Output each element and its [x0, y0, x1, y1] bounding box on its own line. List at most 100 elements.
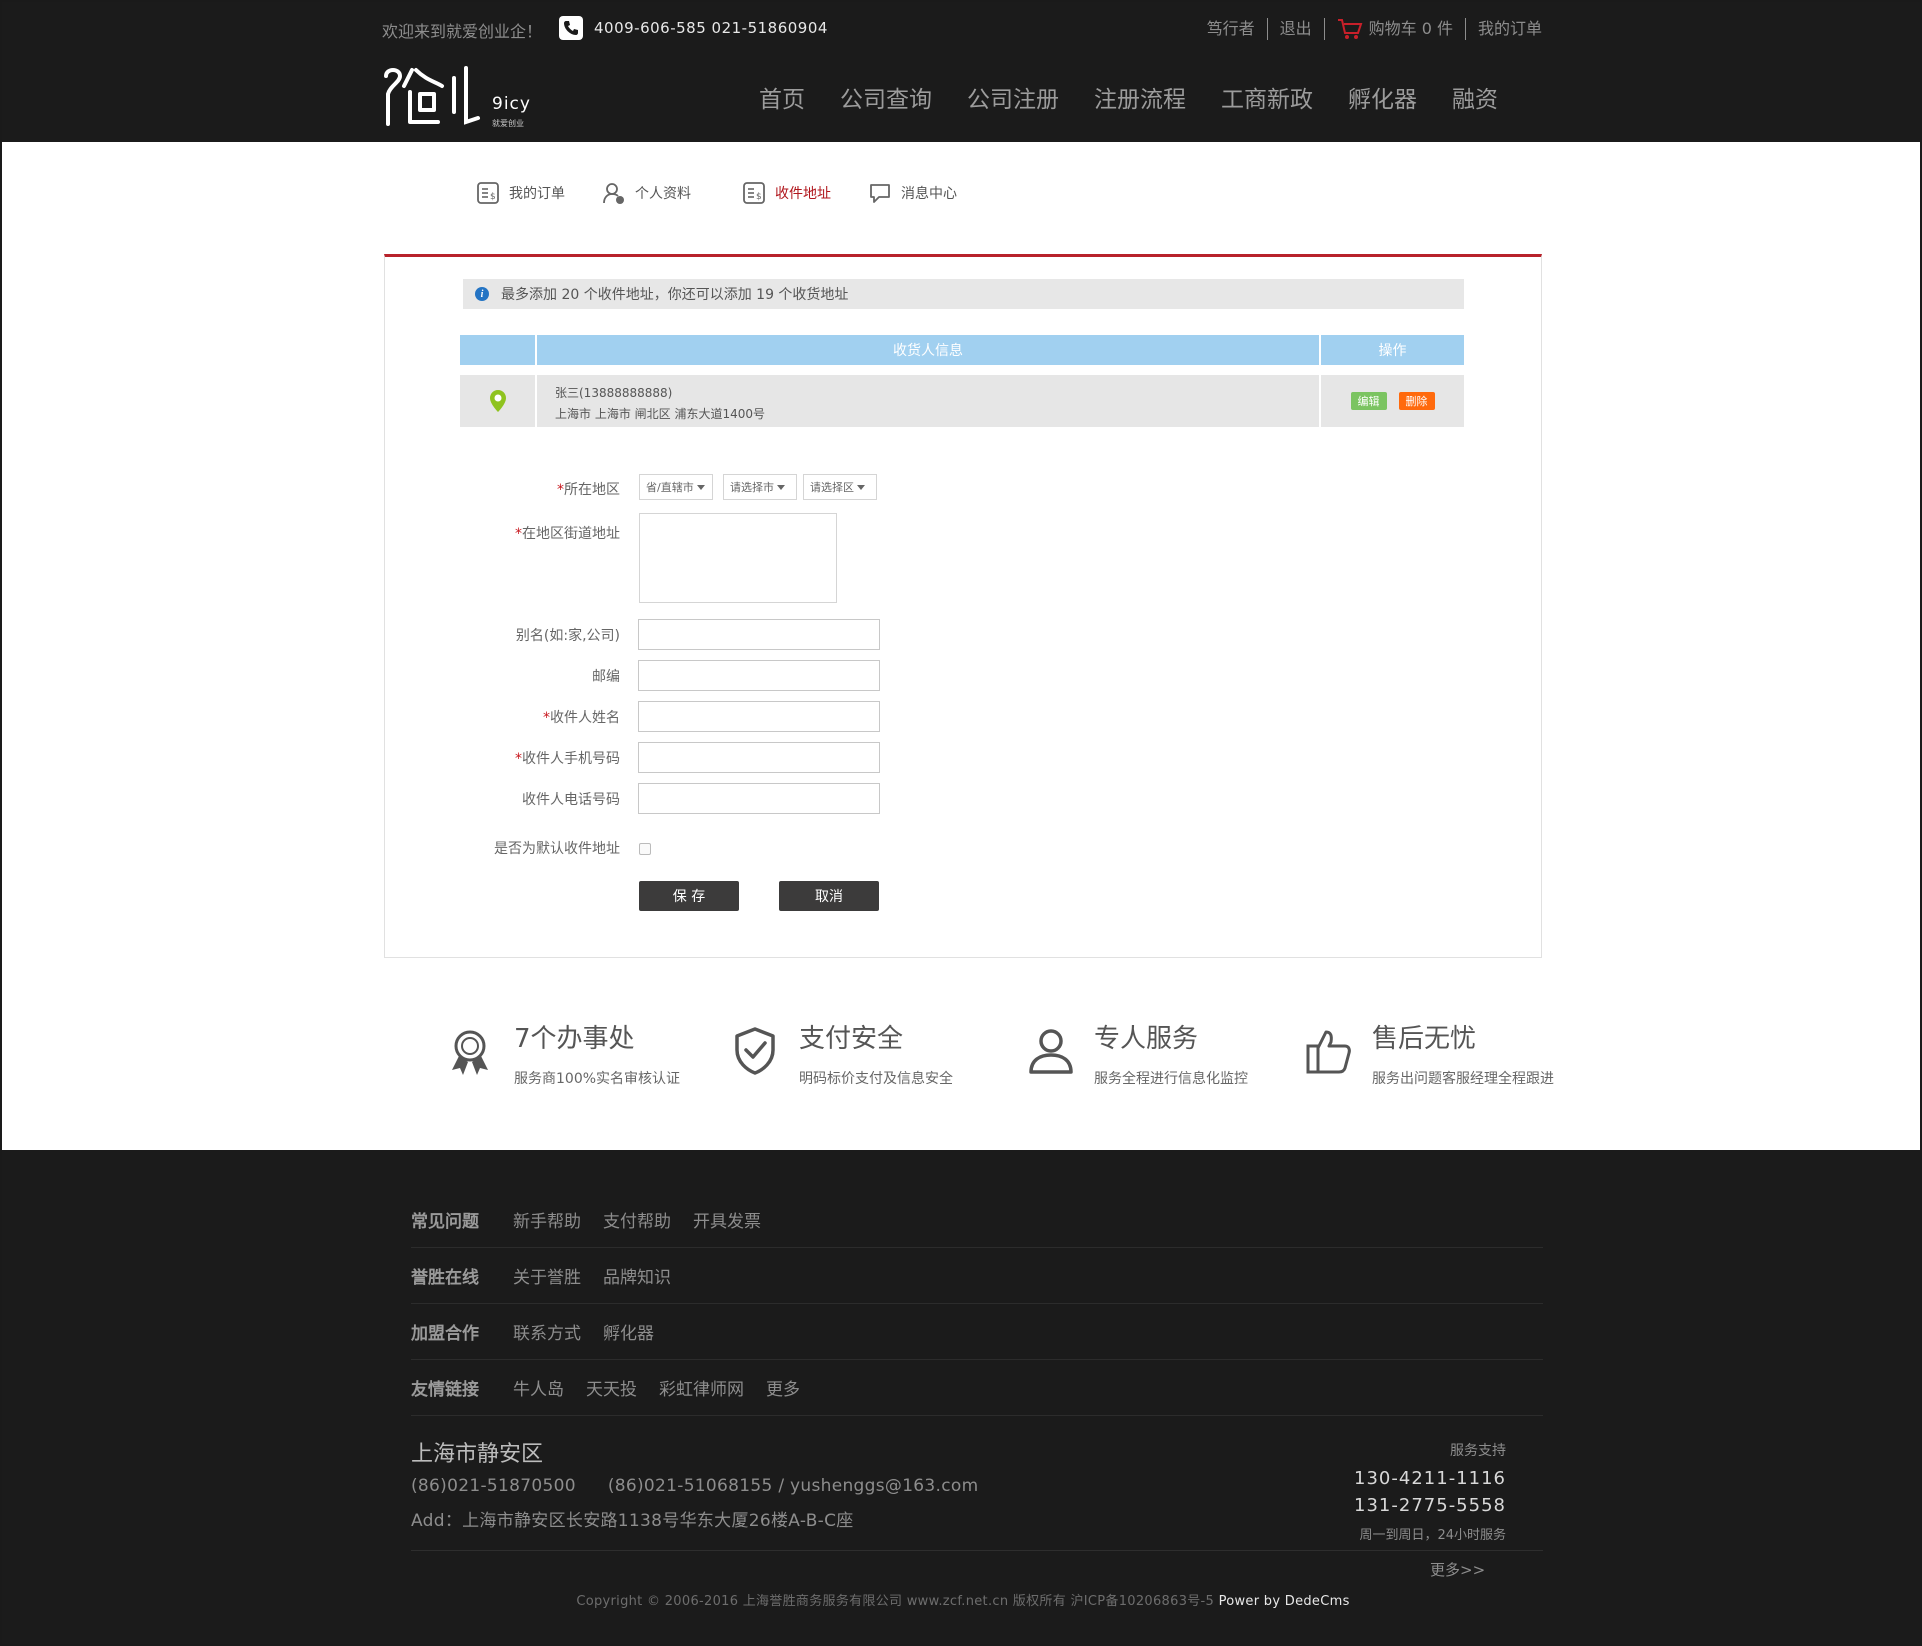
- nav-company-register[interactable]: 公司注册: [967, 80, 1059, 114]
- footer-row-title: 友情链接: [411, 1380, 479, 1400]
- tab-label: 消息中心: [901, 186, 957, 202]
- support-hours: 周一到周日，24小时服务: [1359, 1528, 1506, 1543]
- table-header: 收货人信息 操作: [460, 335, 1464, 365]
- footer-divider: [411, 1550, 1543, 1551]
- region-label: *所在地区: [557, 482, 620, 498]
- tab-address[interactable]: $ 收件地址: [741, 180, 831, 206]
- logout-link[interactable]: 退出: [1268, 18, 1325, 40]
- my-orders-link[interactable]: 我的订单: [1466, 18, 1542, 40]
- cart-link[interactable]: 购物车 0 件: [1325, 18, 1466, 40]
- footer-row-faq: 常见问题 新手帮助 支付帮助 开具发票: [411, 1192, 1543, 1248]
- copyright: Copyright © 2006-2016 上海誉胜商务服务有限公司 www.z…: [2, 1590, 1920, 1609]
- user-profile-icon: [603, 183, 624, 204]
- receiver-name-label: *收件人姓名: [543, 710, 620, 726]
- nav-register-process[interactable]: 注册流程: [1094, 80, 1186, 114]
- receiver-info-cell: 张三(13888888888) 上海市 上海市 闸北区 浦东大道1400号: [537, 375, 1319, 427]
- address-limit-notice: i 最多添加 20 个收件地址，你还可以添加 19 个收货地址: [463, 279, 1464, 309]
- address-panel: i 最多添加 20 个收件地址，你还可以添加 19 个收货地址 收货人信息 操作…: [384, 254, 1542, 958]
- tab-label: 个人资料: [635, 186, 691, 202]
- shield-check-icon: [735, 1027, 775, 1075]
- header-operation: 操作: [1321, 335, 1464, 365]
- nav-financing[interactable]: 融资: [1452, 80, 1498, 114]
- tab-messages[interactable]: 消息中心: [867, 180, 957, 206]
- footer-link[interactable]: 更多: [766, 1375, 800, 1400]
- footer-address: Add：上海市静安区长安路1138号华东大厦26楼A-B-C座: [411, 1511, 854, 1531]
- footer-phone2-email: (86)021-51068155 / yushenggs@163.com: [607, 1476, 979, 1496]
- logo-text-cn: 就爱创业: [492, 119, 524, 128]
- support-label: 服务支持: [1450, 1443, 1506, 1459]
- nav-company-search[interactable]: 公司查询: [840, 80, 932, 114]
- save-button[interactable]: 保 存: [639, 881, 739, 911]
- footer-link[interactable]: 品牌知识: [603, 1263, 671, 1288]
- footer-row-about: 誉胜在线 关于誉胜 品牌知识: [411, 1248, 1543, 1304]
- support-number: 130-4211-1116: [1354, 1468, 1506, 1489]
- support-number: 131-2775-5558: [1354, 1495, 1506, 1516]
- top-bar: 欢迎来到就爱创业企！ 4009-606-585 021-51860904 笃行者…: [382, 16, 1542, 42]
- order-icon: $: [477, 182, 499, 204]
- tab-profile[interactable]: 个人资料: [601, 180, 691, 206]
- header-blank: [460, 335, 535, 365]
- alias-input[interactable]: [638, 619, 880, 650]
- footer-contacts: (86)021-51870500 (86)021-51068155 / yushe…: [411, 1476, 978, 1496]
- username-link[interactable]: 笃行者: [1195, 18, 1268, 40]
- main-nav: 首页 公司查询 公司注册 注册流程 工商新政 孵化器 融资: [759, 80, 1533, 114]
- district-select[interactable]: 请选择区: [803, 474, 877, 500]
- feature-title: 售后无忧: [1372, 1024, 1477, 1054]
- footer-link[interactable]: 支付帮助: [603, 1207, 671, 1232]
- delete-button[interactable]: 删除: [1398, 392, 1435, 410]
- feature-subtitle: 明码标价支付及信息安全: [799, 1071, 953, 1087]
- footer-link[interactable]: 彩虹律师网: [659, 1375, 744, 1400]
- powered-by: Power by DedeCms: [1218, 1594, 1350, 1609]
- city-select[interactable]: 请选择市: [723, 474, 797, 500]
- site-logo[interactable]: 9icy 就爱创业: [382, 64, 542, 130]
- feature-title: 专人服务: [1094, 1024, 1199, 1054]
- receiver-name-phone: 张三(13888888888): [555, 386, 673, 400]
- more-link[interactable]: 更多>>: [1430, 1559, 1485, 1580]
- feature-subtitle: 服务商100%实名审核认证: [514, 1071, 681, 1087]
- nav-incubator[interactable]: 孵化器: [1348, 80, 1417, 114]
- street-textarea[interactable]: [639, 513, 837, 603]
- receiver-name-input[interactable]: [638, 701, 880, 732]
- location-pin-icon: [489, 390, 506, 412]
- person-icon: [1029, 1029, 1073, 1074]
- cancel-button[interactable]: 取消: [779, 881, 879, 911]
- phone-icon: [559, 16, 583, 40]
- province-select[interactable]: 省/直辖市: [639, 474, 713, 500]
- receiver-phone-input[interactable]: [638, 783, 880, 814]
- site-header: 欢迎来到就爱创业企！ 4009-606-585 021-51860904 笃行者…: [2, 2, 1920, 142]
- cart-label: 购物车 0 件: [1368, 19, 1453, 38]
- hotline-numbers: 4009-606-585 021-51860904: [594, 19, 828, 37]
- footer-link[interactable]: 联系方式: [513, 1319, 581, 1344]
- receiver-address: 上海市 上海市 闸北区 浦东大道1400号: [555, 407, 765, 421]
- edit-button[interactable]: 编辑: [1350, 392, 1387, 410]
- service-support: 服务支持 130-4211-1116 131-2775-5558 周一到周日，2…: [1354, 1440, 1506, 1543]
- zip-label: 邮编: [592, 669, 620, 685]
- page-frame: 欢迎来到就爱创业企！ 4009-606-585 021-51860904 笃行者…: [0, 0, 1922, 1646]
- footer-link[interactable]: 牛人岛: [513, 1375, 564, 1400]
- zip-input[interactable]: [638, 660, 880, 691]
- footer-row-title: 加盟合作: [411, 1324, 479, 1344]
- nav-home[interactable]: 首页: [759, 80, 805, 114]
- address-table: 收货人信息 操作 张三(13888888888) 上海市 上海市 闸北区 浦东大…: [460, 335, 1464, 427]
- footer-row-title: 誉胜在线: [411, 1268, 479, 1288]
- footer-link[interactable]: 孵化器: [603, 1319, 654, 1344]
- footer-link[interactable]: 开具发票: [693, 1207, 761, 1232]
- cart-icon: [1337, 19, 1363, 39]
- tab-my-orders[interactable]: $ 我的订单: [475, 180, 565, 206]
- logo-mark: [384, 66, 480, 126]
- notice-text: 最多添加 20 个收件地址，你还可以添加 19 个收货地址: [501, 287, 849, 303]
- chevron-down-icon: [857, 484, 865, 490]
- footer-link[interactable]: 天天投: [586, 1375, 637, 1400]
- user-links: 笃行者 退出 购物车 0 件 我的订单: [1195, 18, 1542, 40]
- site-footer: 常见问题 新手帮助 支付帮助 开具发票 誉胜在线 关于誉胜 品牌知识 加盟合作 …: [2, 1150, 1920, 1644]
- nav-policy[interactable]: 工商新政: [1221, 80, 1313, 114]
- service-features: 7个办事处 服务商100%实名审核认证 支付安全 明码标价支付及信息安全 专人服…: [447, 1018, 1587, 1108]
- header-receiver-info: 收货人信息: [537, 335, 1319, 365]
- receiver-mobile-input[interactable]: [638, 742, 880, 773]
- receiver-mobile-label: *收件人手机号码: [515, 751, 620, 767]
- default-address-label: 是否为默认收件地址: [494, 841, 620, 857]
- footer-link[interactable]: 关于誉胜: [513, 1263, 581, 1288]
- user-center-tabs: $ 我的订单 个人资料 $ 收件地址 消息中心: [475, 180, 993, 206]
- footer-link[interactable]: 新手帮助: [513, 1207, 581, 1232]
- default-address-checkbox[interactable]: [639, 843, 651, 855]
